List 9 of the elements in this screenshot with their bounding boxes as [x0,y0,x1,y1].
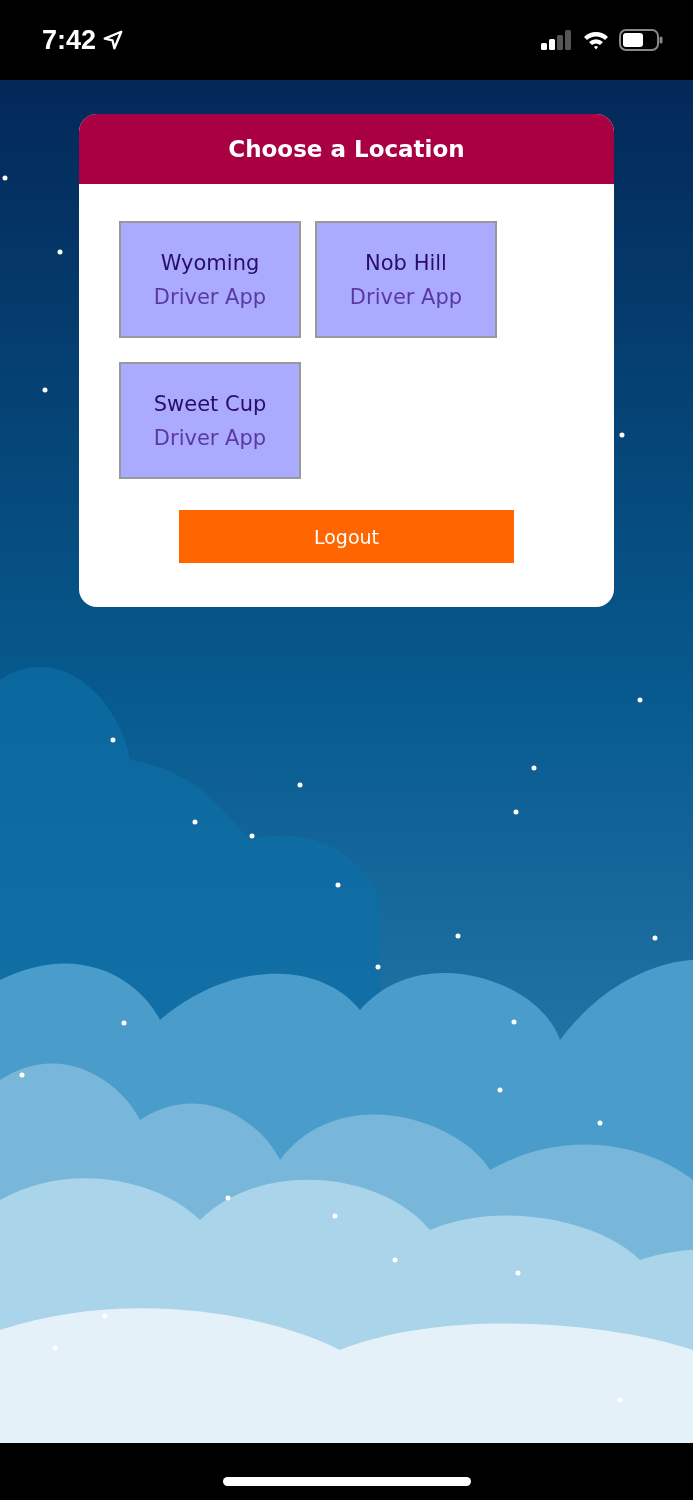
battery-icon [619,29,663,51]
location-arrow-icon [102,29,125,51]
location-button[interactable]: Wyoming Driver App [119,221,301,338]
location-button[interactable]: Sweet Cup Driver App [119,362,301,479]
wifi-icon [583,30,609,50]
status-time: 7:42 [42,24,97,56]
signal-icon [541,30,573,50]
location-button[interactable]: Nob Hill Driver App [315,221,497,338]
card-title: Choose a Location [228,136,465,162]
